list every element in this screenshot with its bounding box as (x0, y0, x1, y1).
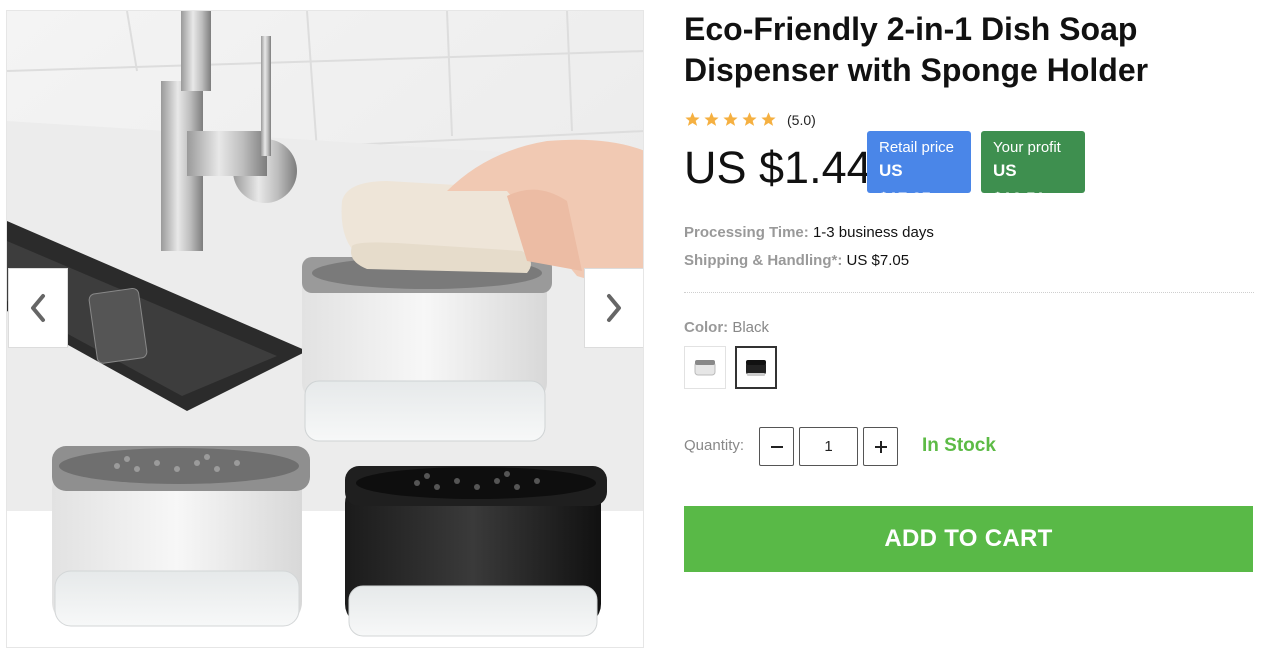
color-swatch-black[interactable] (735, 346, 777, 389)
shipping-label: Shipping & Handling*: (684, 252, 843, 269)
rating: (5.0) (684, 111, 816, 128)
black-variant-thumbnail (746, 359, 766, 376)
processing-time: Processing Time: 1-3 business days (684, 224, 934, 241)
product-photo (7, 11, 643, 637)
retail-price-badge: Retail price US $17.95 (867, 131, 971, 208)
color-swatch-white[interactable] (684, 346, 726, 389)
retail-price-value: US $17.95 (879, 161, 931, 208)
product-image-gallery (6, 10, 644, 648)
profit-badge: Your profit US $16.51 (981, 131, 1085, 208)
minus-icon (770, 445, 783, 448)
shipping-handling: Shipping & Handling*: US $7.05 (684, 252, 909, 269)
chevron-right-icon (607, 294, 621, 322)
product-title: Eco-Friendly 2-in-1 Dish Soap Dispenser … (684, 11, 1149, 88)
divider (684, 292, 1254, 293)
rating-score: (5.0) (787, 111, 816, 128)
processing-time-label: Processing Time: (684, 224, 809, 241)
white-variant-thumbnail (694, 359, 716, 375)
color-selection: Color: Black (684, 319, 769, 336)
star-rating (684, 111, 777, 128)
quantity-decrease-button[interactable] (759, 427, 794, 466)
processing-time-value: 1-3 business days (812, 224, 934, 241)
quantity-input[interactable] (799, 427, 858, 466)
stock-status: In Stock (922, 435, 996, 456)
star-icon (723, 112, 738, 126)
sale-price: US $1.44 (684, 142, 872, 193)
previous-image-button[interactable] (8, 268, 68, 348)
color-value: Black (732, 319, 770, 336)
next-image-button[interactable] (584, 268, 643, 348)
profit-value: US $16.51 (993, 161, 1045, 208)
color-label: Color: (684, 319, 729, 336)
retail-price-label: Retail price (879, 139, 955, 156)
plus-icon (874, 440, 887, 453)
star-icon (742, 112, 757, 126)
star-icon (685, 112, 700, 126)
quantity-increase-button[interactable] (863, 427, 898, 466)
profit-label: Your profit (993, 139, 1061, 156)
star-icon (704, 112, 719, 126)
chevron-left-icon (31, 294, 45, 322)
star-icon (761, 112, 776, 126)
shipping-value: US $7.05 (846, 252, 910, 269)
quantity-label: Quantity: (684, 437, 745, 454)
add-to-cart-button[interactable]: ADD TO CART (684, 506, 1253, 572)
